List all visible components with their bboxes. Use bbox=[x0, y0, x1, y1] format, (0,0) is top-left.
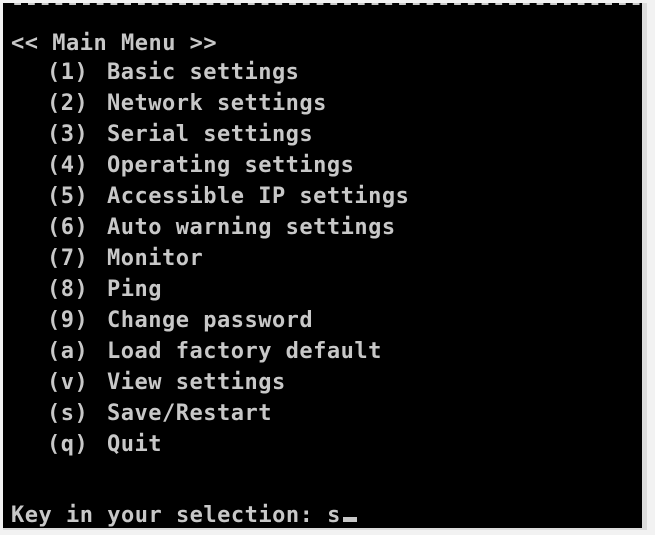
menu-item-accessible-ip-settings[interactable]: (5) Accessible IP settings bbox=[47, 184, 409, 215]
menu-item-label: Basic settings bbox=[107, 60, 300, 85]
menu-item-label: Save/Restart bbox=[107, 401, 272, 426]
menu-item-auto-warning-settings[interactable]: (6) Auto warning settings bbox=[47, 215, 409, 246]
menu-item-label: Operating settings bbox=[107, 153, 355, 178]
prompt-text: Key in your selection: bbox=[11, 503, 328, 528]
menu-item-quit[interactable]: (q) Quit bbox=[47, 432, 409, 463]
menu-item-label: Load factory default bbox=[107, 339, 382, 364]
menu-item-key: (1) bbox=[47, 60, 89, 85]
menu-item-key: (q) bbox=[47, 432, 89, 457]
menu-item-monitor[interactable]: (7) Monitor bbox=[47, 246, 409, 277]
menu-item-label: Accessible IP settings bbox=[107, 184, 410, 209]
window-frame: ----------------------------------------… bbox=[0, 0, 655, 535]
menu-item-key: (4) bbox=[47, 153, 89, 178]
menu-item-key: (8) bbox=[47, 277, 89, 302]
menu-item-label: Network settings bbox=[107, 91, 327, 116]
main-menu-list: (1) Basic settings (2) Network settings (3… bbox=[47, 60, 409, 463]
text-cursor bbox=[342, 517, 357, 522]
selection-prompt[interactable]: Key in your selection: s bbox=[11, 503, 357, 528]
menu-item-key: (v) bbox=[47, 370, 89, 395]
menu-item-label: Ping bbox=[107, 277, 162, 302]
menu-item-serial-settings[interactable]: (3) Serial settings bbox=[47, 122, 409, 153]
menu-item-key: (9) bbox=[47, 308, 89, 333]
menu-item-load-factory-default[interactable]: (a) Load factory default bbox=[47, 339, 409, 370]
menu-item-change-password[interactable]: (9) Change password bbox=[47, 308, 409, 339]
menu-item-label: Quit bbox=[107, 432, 162, 457]
menu-item-key: (2) bbox=[47, 91, 89, 116]
menu-item-label: Auto warning settings bbox=[107, 215, 396, 240]
menu-item-label: Change password bbox=[107, 308, 314, 333]
menu-item-key: (5) bbox=[47, 184, 89, 209]
menu-item-key: (6) bbox=[47, 215, 89, 240]
menu-item-operating-settings[interactable]: (4) Operating settings bbox=[47, 153, 409, 184]
selection-input-value[interactable]: s bbox=[327, 503, 341, 528]
menu-item-network-settings[interactable]: (2) Network settings bbox=[47, 91, 409, 122]
menu-item-basic-settings[interactable]: (1) Basic settings bbox=[47, 60, 409, 91]
menu-item-key: (3) bbox=[47, 122, 89, 147]
menu-item-label: Monitor bbox=[107, 246, 204, 271]
menu-item-key: (a) bbox=[47, 339, 89, 364]
menu-item-label: Serial settings bbox=[107, 122, 314, 147]
menu-item-key: (s) bbox=[47, 401, 89, 426]
menu-item-ping[interactable]: (8) Ping bbox=[47, 277, 409, 308]
menu-item-key: (7) bbox=[47, 246, 89, 271]
separator-line: ----------------------------------------… bbox=[11, 3, 647, 16]
menu-item-view-settings[interactable]: (v) View settings bbox=[47, 370, 409, 401]
menu-item-save-restart[interactable]: (s) Save/Restart bbox=[47, 401, 409, 432]
terminal-console[interactable]: ----------------------------------------… bbox=[3, 3, 647, 530]
main-menu-title: << Main Menu >> bbox=[11, 31, 218, 56]
menu-item-label: View settings bbox=[107, 370, 286, 395]
